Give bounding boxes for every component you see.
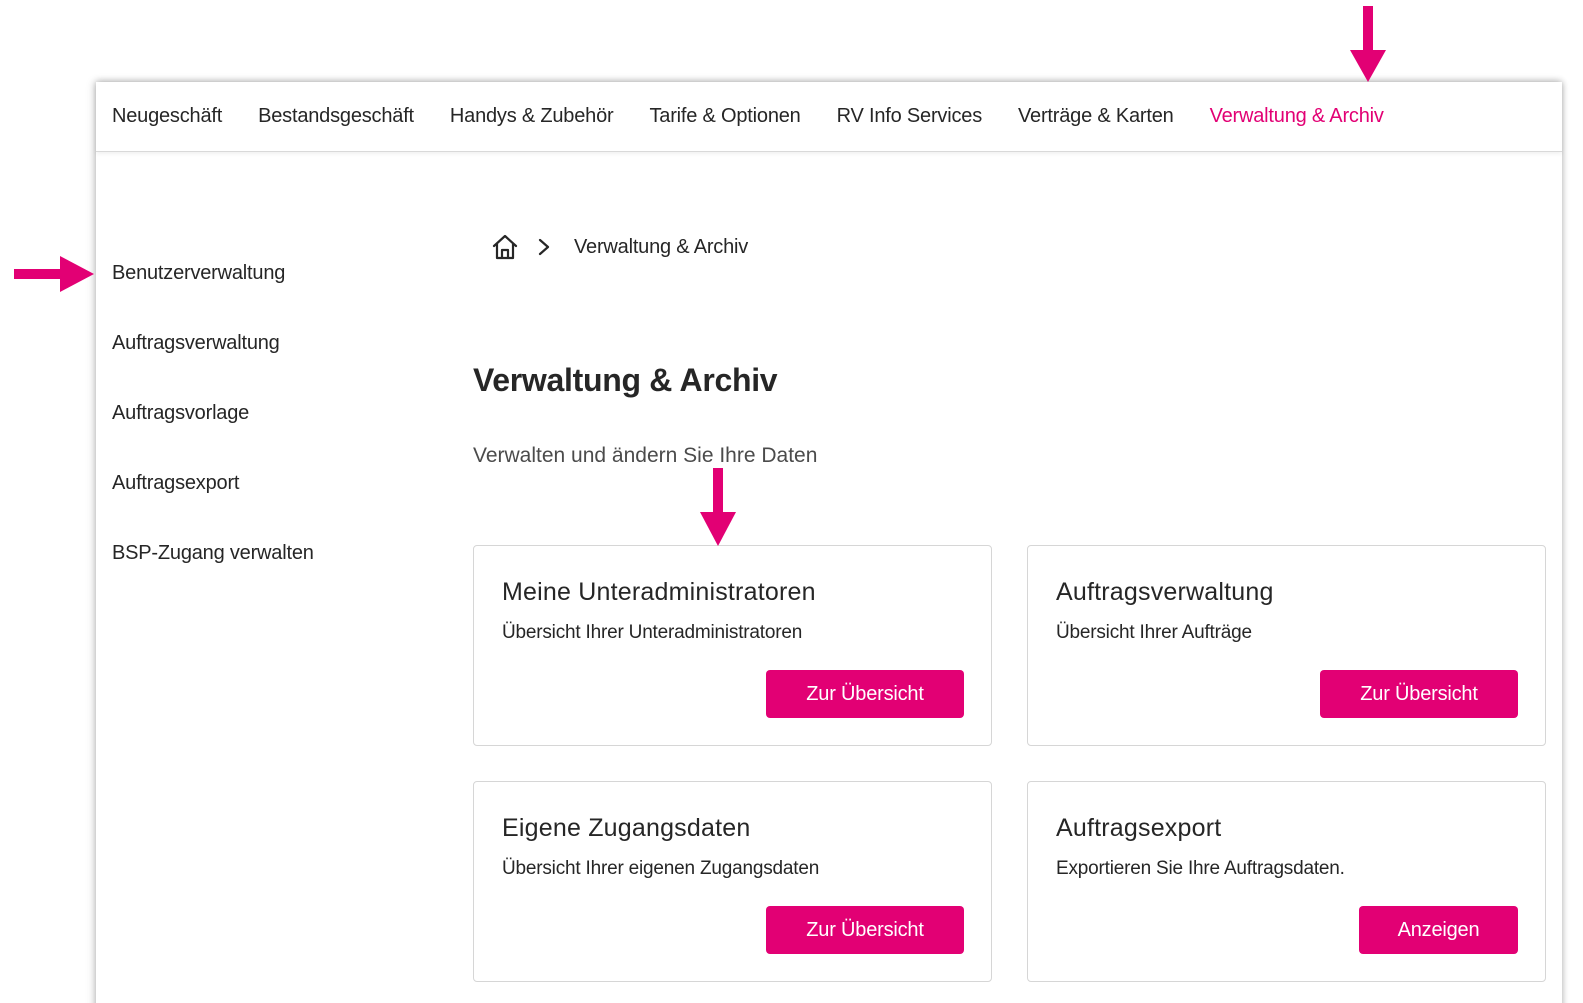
nav-item-tarife-optionen[interactable]: Tarife & Optionen bbox=[649, 105, 800, 128]
zur-uebersicht-button[interactable]: Zur Übersicht bbox=[766, 906, 964, 954]
top-navigation: Neugeschäft Bestandsgeschäft Handys & Zu… bbox=[96, 82, 1562, 152]
arrow-down-icon bbox=[700, 468, 736, 546]
page-title: Verwaltung & Archiv bbox=[473, 362, 778, 398]
card-description: Übersicht Ihrer Aufträge bbox=[1056, 622, 1252, 643]
chevron-right-icon bbox=[534, 235, 554, 259]
breadcrumb: Verwaltung & Archiv bbox=[490, 232, 748, 262]
home-icon[interactable] bbox=[490, 232, 520, 262]
sidebar-item-auftragsvorlage[interactable]: Auftragsvorlage bbox=[112, 398, 314, 468]
anzeigen-button[interactable]: Anzeigen bbox=[1359, 906, 1518, 954]
card-auftragsexport: Auftragsexport Exportieren Sie Ihre Auft… bbox=[1027, 781, 1546, 982]
breadcrumb-current: Verwaltung & Archiv bbox=[574, 235, 749, 258]
nav-item-handys-zubehoer[interactable]: Handys & Zubehör bbox=[450, 105, 614, 128]
page-subtitle: Verwalten und ändern Sie Ihre Daten bbox=[473, 444, 818, 467]
card-description: Übersicht Ihrer Unteradministratoren bbox=[502, 622, 803, 643]
zur-uebersicht-button[interactable]: Zur Übersicht bbox=[766, 670, 964, 718]
sidebar-item-benutzerverwaltung[interactable]: Benutzerverwaltung bbox=[112, 258, 314, 328]
arrow-right-icon bbox=[14, 256, 94, 292]
card-unteradministratoren: Meine Unteradministratoren Übersicht Ihr… bbox=[473, 545, 992, 746]
nav-item-bestandsgeschaeft[interactable]: Bestandsgeschäft bbox=[258, 105, 414, 128]
nav-item-neugeschaeft[interactable]: Neugeschäft bbox=[112, 105, 222, 128]
card-title: Meine Unteradministratoren bbox=[502, 578, 816, 606]
sidebar-item-auftragsverwaltung[interactable]: Auftragsverwaltung bbox=[112, 328, 314, 398]
nav-item-rv-info-services[interactable]: RV Info Services bbox=[837, 105, 983, 128]
card-description: Exportieren Sie Ihre Auftragsdaten. bbox=[1056, 858, 1345, 879]
card-description: Übersicht Ihrer eigenen Zugangsdaten bbox=[502, 858, 820, 879]
card-title: Auftragsverwaltung bbox=[1056, 578, 1274, 606]
nav-item-vertraege-karten[interactable]: Verträge & Karten bbox=[1018, 105, 1174, 128]
card-auftragsverwaltung: Auftragsverwaltung Übersicht Ihrer Auftr… bbox=[1027, 545, 1546, 746]
screenshot-stage: Neugeschäft Bestandsgeschäft Handys & Zu… bbox=[0, 0, 1583, 1003]
sidebar-item-bsp-zugang[interactable]: BSP-Zugang verwalten bbox=[112, 538, 314, 608]
card-title: Eigene Zugangsdaten bbox=[502, 814, 751, 842]
arrow-down-icon bbox=[1350, 6, 1386, 82]
sidebar-item-auftragsexport[interactable]: Auftragsexport bbox=[112, 468, 314, 538]
zur-uebersicht-button[interactable]: Zur Übersicht bbox=[1320, 670, 1518, 718]
app-window: Neugeschäft Bestandsgeschäft Handys & Zu… bbox=[96, 82, 1562, 1003]
sidebar: Benutzerverwaltung Auftragsverwaltung Au… bbox=[112, 258, 314, 608]
nav-item-verwaltung-archiv[interactable]: Verwaltung & Archiv bbox=[1210, 105, 1384, 128]
card-title: Auftragsexport bbox=[1056, 814, 1222, 842]
card-eigene-zugangsdaten: Eigene Zugangsdaten Übersicht Ihrer eige… bbox=[473, 781, 992, 982]
